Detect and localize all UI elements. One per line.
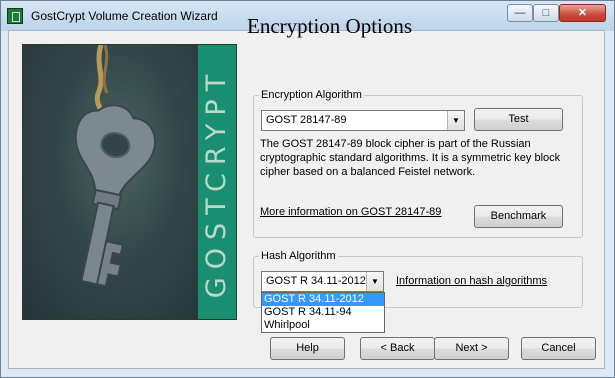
hash-algorithm-legend: Hash Algorithm bbox=[261, 250, 336, 262]
brand-band: GOSTCRYPT bbox=[198, 45, 236, 319]
maximize-button[interactable]: □ bbox=[533, 4, 559, 22]
hash-algorithm-dropdown[interactable]: GOST R 34.11-2012 GOST R 34.11-94 Whirlp… bbox=[261, 292, 385, 333]
hash-algorithm-value: GOST R 34.11-2012 bbox=[266, 275, 366, 287]
dropdown-option[interactable]: GOST R 34.11-94 bbox=[262, 306, 384, 319]
encryption-description: The GOST 28147-89 block cipher is part o… bbox=[260, 138, 561, 178]
hash-algorithm-select[interactable]: GOST R 34.11-2012 ▼ bbox=[261, 271, 384, 292]
page-title: Encryption Options bbox=[247, 14, 413, 38]
window-title: GostCrypt Volume Creation Wizard bbox=[31, 9, 218, 23]
brand-text: GOSTCRYPT bbox=[201, 66, 233, 298]
chevron-down-icon[interactable]: ▼ bbox=[447, 111, 464, 130]
benchmark-button[interactable]: Benchmark bbox=[474, 205, 563, 228]
back-button[interactable]: < Back bbox=[360, 337, 435, 360]
key-icon bbox=[74, 45, 156, 288]
help-button[interactable]: Help bbox=[270, 337, 345, 360]
next-button[interactable]: Next > bbox=[434, 337, 509, 360]
minimize-button[interactable]: — bbox=[507, 4, 533, 22]
encryption-algorithm-legend: Encryption Algorithm bbox=[261, 89, 362, 101]
key-photo bbox=[23, 45, 198, 319]
sidebar-image: GOSTCRYPT bbox=[22, 44, 237, 320]
app-lock-icon bbox=[7, 8, 23, 24]
chevron-down-icon[interactable]: ▼ bbox=[366, 272, 383, 291]
encryption-algorithm-value: GOST 28147-89 bbox=[266, 114, 347, 126]
hash-info-link[interactable]: Information on hash algorithms bbox=[396, 275, 547, 287]
more-info-encryption-link[interactable]: More information on GOST 28147-89 bbox=[260, 206, 441, 218]
dropdown-option[interactable]: Whirlpool bbox=[262, 319, 384, 332]
test-button[interactable]: Test bbox=[474, 108, 563, 131]
encryption-algorithm-select[interactable]: GOST 28147-89 ▼ bbox=[261, 110, 465, 131]
close-button[interactable]: ✕ bbox=[559, 4, 606, 22]
dropdown-option[interactable]: GOST R 34.11-2012 bbox=[262, 293, 384, 306]
cancel-button[interactable]: Cancel bbox=[521, 337, 596, 360]
